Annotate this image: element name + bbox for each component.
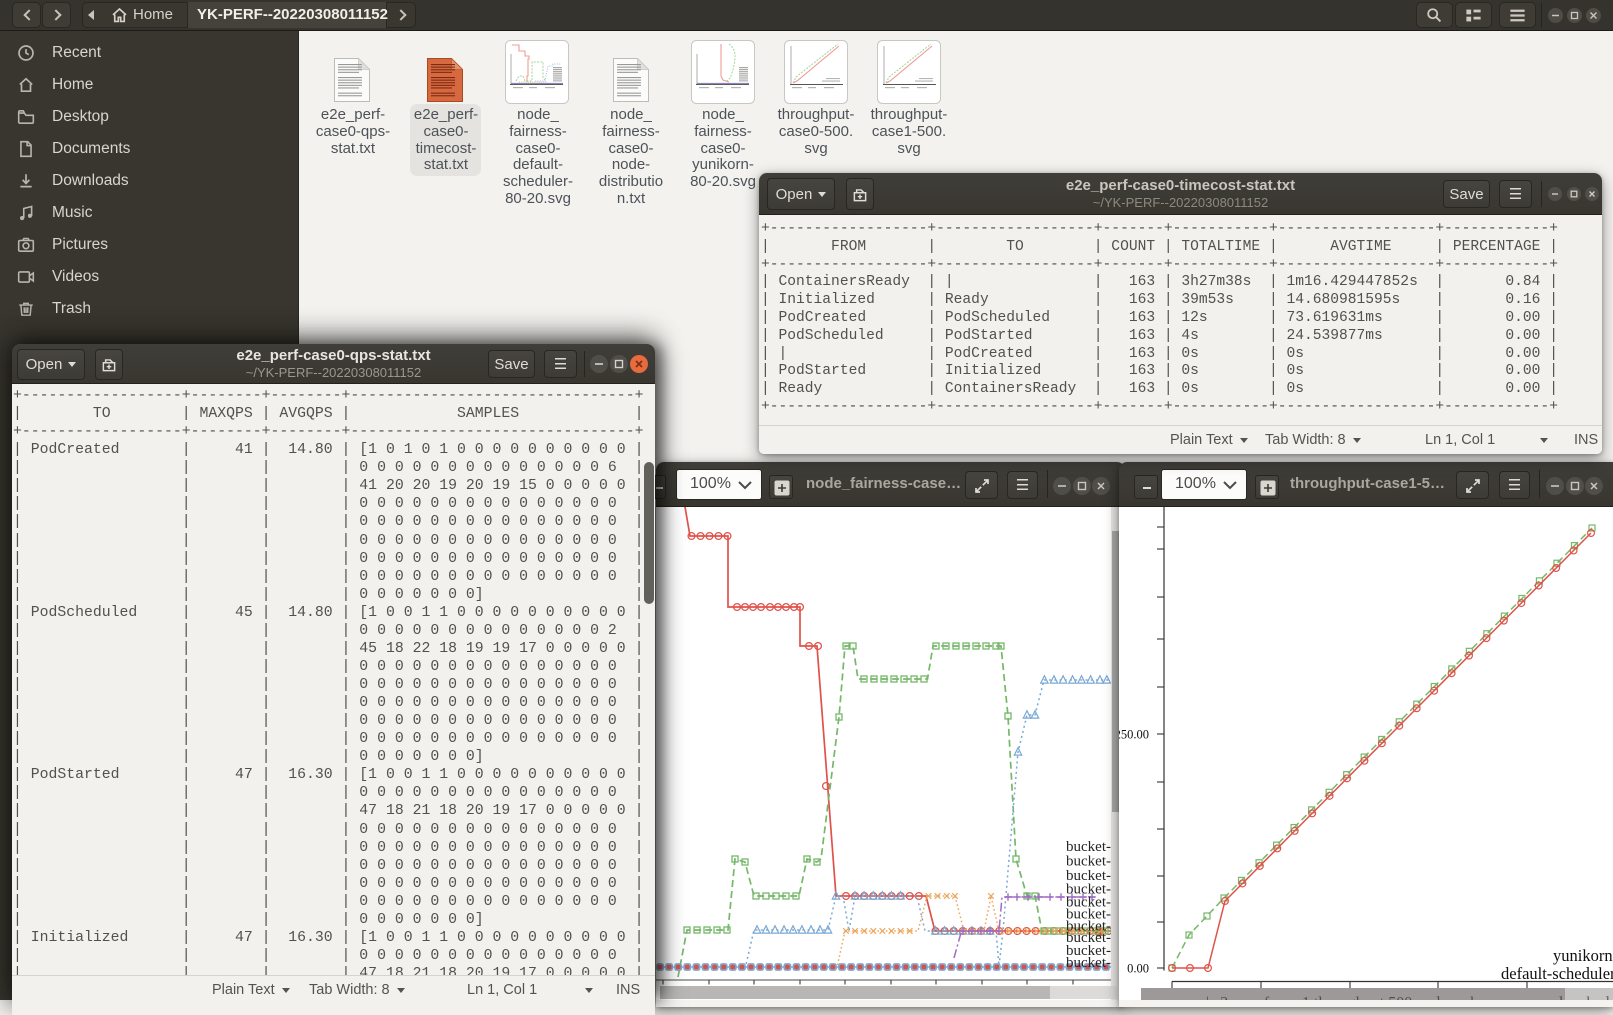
svg-text:bucket-0: bucket-0 (1066, 839, 1118, 855)
svg-text:yunikorn: yunikorn (1553, 946, 1613, 965)
svg-text:bucket-9: bucket-9 (1066, 955, 1118, 971)
svg-text:default-scheduler: default-scheduler (1501, 964, 1613, 983)
svg-text:| e2e_perf-case1 throughput 50: | e2e_perf-case1 throughput 500 pods mak… (1206, 995, 1613, 1001)
svg-text:250.00: 250.00 (1119, 728, 1149, 742)
svg-text:0.00: 0.00 (1127, 962, 1149, 976)
